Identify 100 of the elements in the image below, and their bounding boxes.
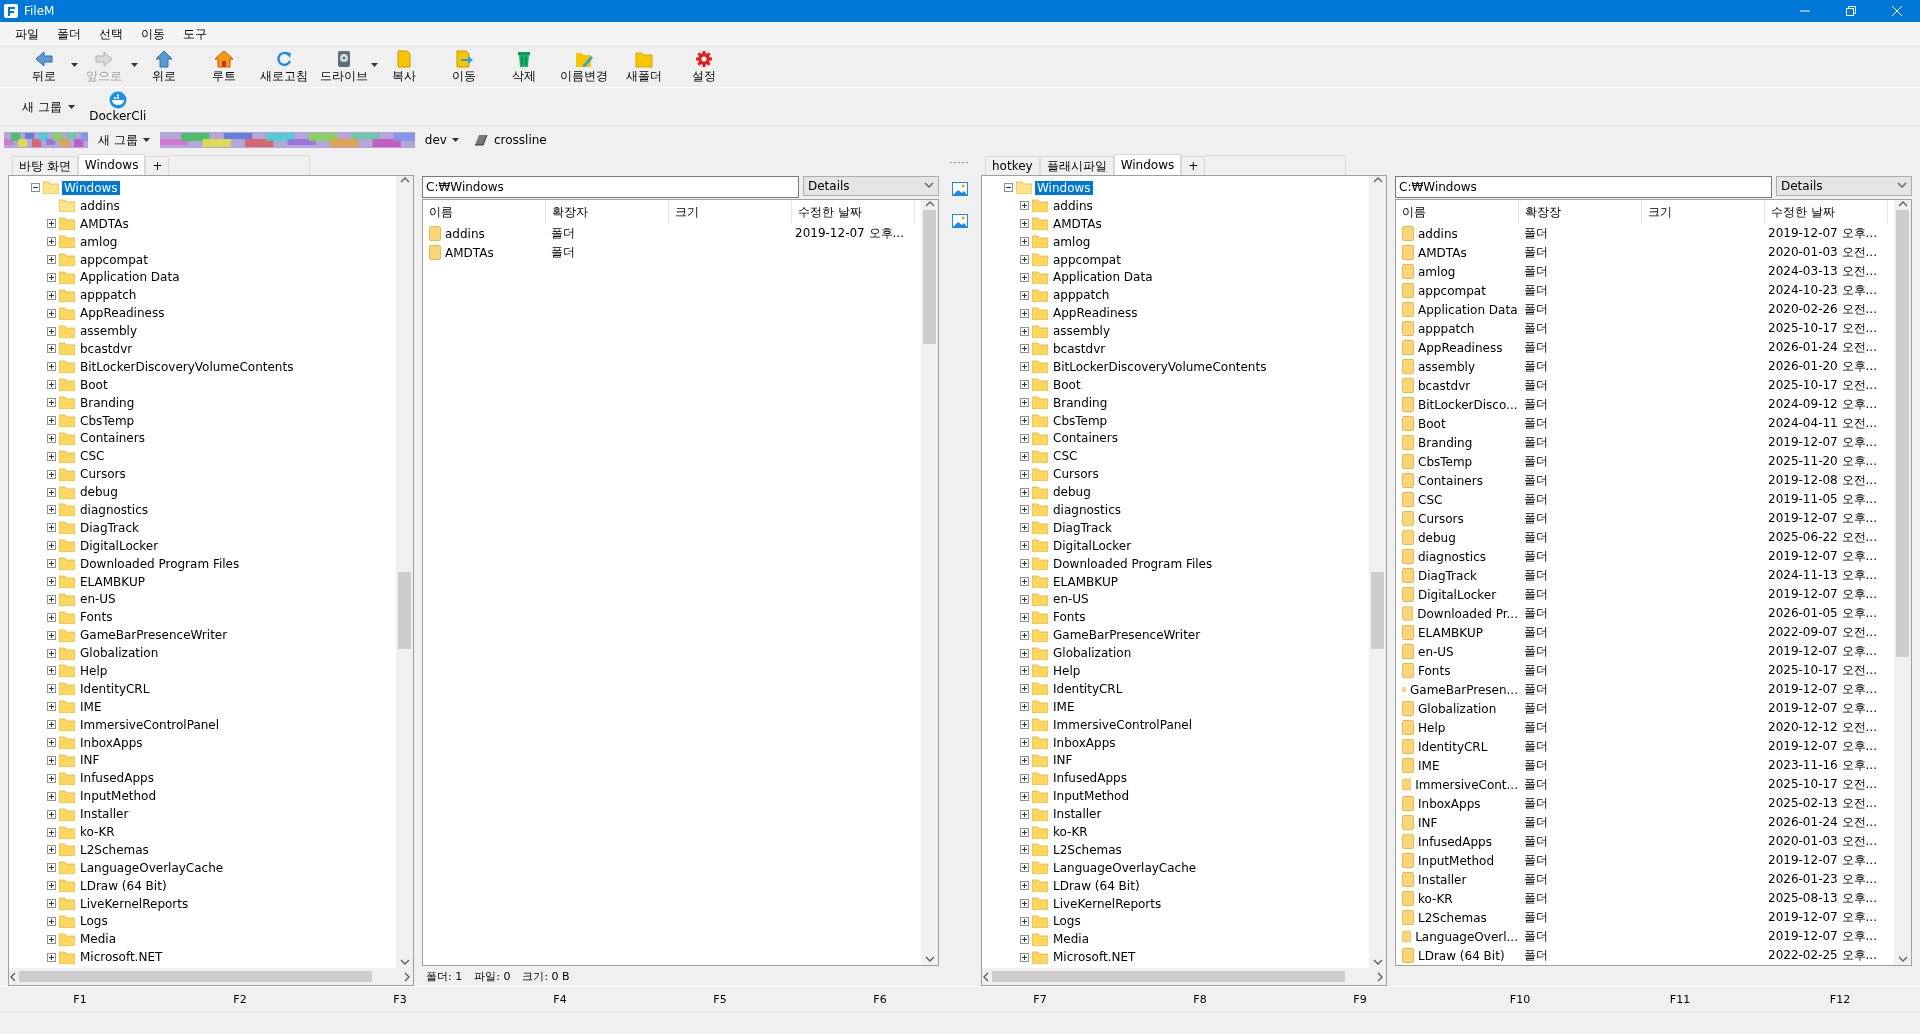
file-name[interactable]: CSC	[1418, 492, 1443, 507]
tree-item[interactable]: LanguageOverlayCache	[78, 860, 226, 875]
tree-item[interactable]: InboxApps	[78, 735, 145, 750]
function-key[interactable]: F6	[800, 991, 960, 1007]
expand-icon[interactable]	[47, 612, 56, 622]
expand-icon[interactable]	[47, 290, 56, 300]
tree-item[interactable]: AppReadiness	[1051, 306, 1140, 321]
menu-item[interactable]: 폴더	[48, 23, 90, 45]
tree-item[interactable]: IME	[1051, 699, 1077, 714]
scrollbar[interactable]	[396, 176, 413, 968]
function-key[interactable]: F12	[1760, 991, 1920, 1007]
expand-icon[interactable]	[1020, 809, 1029, 819]
tab[interactable]: hotkey	[985, 156, 1040, 175]
file-name[interactable]: ImmersiveCont...	[1415, 777, 1518, 792]
tree-item[interactable]: amlog	[78, 234, 120, 249]
expand-icon[interactable]	[47, 720, 56, 730]
expand-icon[interactable]	[47, 237, 56, 247]
scrollbar[interactable]	[921, 200, 938, 965]
file-name[interactable]: BitLockerDisco...	[1418, 397, 1518, 412]
expand-icon[interactable]	[47, 809, 56, 819]
file-name[interactable]: CbsTemp	[1418, 454, 1473, 469]
tree-item[interactable]: assembly	[78, 324, 139, 339]
expand-icon[interactable]	[47, 791, 56, 801]
caret-icon[interactable]	[71, 63, 78, 67]
expand-icon[interactable]	[47, 541, 56, 551]
function-key[interactable]: F5	[640, 991, 800, 1007]
tree-item[interactable]: Fonts	[1051, 610, 1088, 625]
expand-icon[interactable]	[1020, 738, 1029, 748]
file-name[interactable]: Installer	[1418, 872, 1467, 887]
expand-icon[interactable]	[1020, 237, 1029, 247]
column-header[interactable]: 이름	[1396, 200, 1519, 224]
column-header[interactable]: 확장장	[1519, 200, 1642, 224]
tree-item[interactable]: IME	[78, 699, 104, 714]
tree-item[interactable]: en-US	[78, 592, 118, 607]
column-header[interactable]: 수정한 날짜	[1765, 200, 1888, 224]
tree-item[interactable]: BitLockerDiscoveryVolumeContents	[78, 359, 296, 374]
file-name[interactable]: InfusedApps	[1418, 834, 1492, 849]
tree-item[interactable]: IdentityCRL	[1051, 681, 1125, 696]
breadcrumb-item[interactable]: crossline	[468, 133, 551, 147]
expand-icon[interactable]	[1020, 559, 1029, 569]
image-icon[interactable]	[952, 182, 968, 196]
caret-icon[interactable]	[142, 138, 150, 142]
column-header[interactable]: 수정한 날짜	[792, 200, 915, 224]
expand-icon[interactable]	[1020, 469, 1029, 479]
expand-icon[interactable]	[47, 487, 56, 497]
tree-item[interactable]: Fonts	[78, 610, 115, 625]
tree-item[interactable]: Logs	[1051, 914, 1083, 929]
expand-icon[interactable]	[1020, 272, 1029, 282]
expand-icon[interactable]	[47, 469, 56, 479]
file-name[interactable]: Containers	[1418, 473, 1483, 488]
expand-icon[interactable]	[47, 863, 56, 873]
tree-item[interactable]: Containers	[1051, 431, 1120, 446]
expand-icon[interactable]	[47, 952, 56, 962]
view-dropdown[interactable]: Details	[1776, 176, 1912, 196]
file-name[interactable]: en-US	[1418, 644, 1454, 659]
expand-icon[interactable]	[47, 702, 56, 712]
expand-icon[interactable]	[1020, 934, 1029, 944]
expand-icon[interactable]	[47, 684, 56, 694]
function-key[interactable]: F4	[480, 991, 640, 1007]
expand-icon[interactable]	[47, 433, 56, 443]
expand-icon[interactable]	[1020, 612, 1029, 622]
tree-item[interactable]: Media	[78, 932, 119, 947]
tree-item[interactable]: Downloaded Program Files	[1051, 556, 1215, 571]
tree-item[interactable]: LanguageOverlayCache	[1051, 860, 1199, 875]
expand-icon[interactable]	[47, 344, 56, 354]
toolbar-button[interactable]: 위로	[134, 48, 194, 86]
file-name[interactable]: addins	[445, 226, 485, 241]
tree-item[interactable]: assembly	[1051, 324, 1112, 339]
toolbar-button[interactable]: 새폴더	[614, 48, 674, 86]
tree-item[interactable]: CSC	[78, 449, 107, 464]
image-icon[interactable]	[952, 214, 968, 228]
file-name[interactable]: IME	[1418, 758, 1440, 773]
tree-item[interactable]: AppReadiness	[78, 306, 167, 321]
expand-icon[interactable]	[1020, 863, 1029, 873]
expand-icon[interactable]	[1020, 648, 1029, 658]
tree-item[interactable]: Application Data	[1051, 270, 1155, 285]
file-name[interactable]: Cursors	[1418, 511, 1464, 526]
expand-icon[interactable]	[47, 577, 56, 587]
tab[interactable]: 플래시파일	[1039, 156, 1114, 175]
expand-icon[interactable]	[1020, 451, 1029, 461]
expand-icon[interactable]	[1020, 487, 1029, 497]
horizontal-scrollbar[interactable]	[9, 968, 413, 985]
tree-item[interactable]: amlog	[1051, 234, 1093, 249]
expand-icon[interactable]	[47, 559, 56, 569]
scroll-thumb[interactable]	[398, 572, 411, 650]
tree-item[interactable]: Branding	[78, 395, 137, 410]
tree-item[interactable]: INF	[78, 753, 102, 768]
expand-icon[interactable]	[1020, 684, 1029, 694]
expand-icon[interactable]	[1020, 755, 1029, 765]
toolbar-button[interactable]: 뒤로	[14, 48, 74, 86]
tab[interactable]: +	[145, 156, 170, 175]
path-field[interactable]: C:₩Windows	[422, 176, 799, 198]
tree-item[interactable]: Windows	[62, 180, 120, 195]
expand-icon[interactable]	[1020, 326, 1029, 336]
expand-icon[interactable]	[1020, 290, 1029, 300]
expand-icon[interactable]	[1020, 952, 1029, 962]
expand-icon[interactable]	[47, 362, 56, 372]
file-name[interactable]: L2Schemas	[1418, 910, 1487, 925]
tree-item[interactable]: Microsoft.NET	[78, 950, 165, 965]
expand-icon[interactable]	[1020, 380, 1029, 390]
